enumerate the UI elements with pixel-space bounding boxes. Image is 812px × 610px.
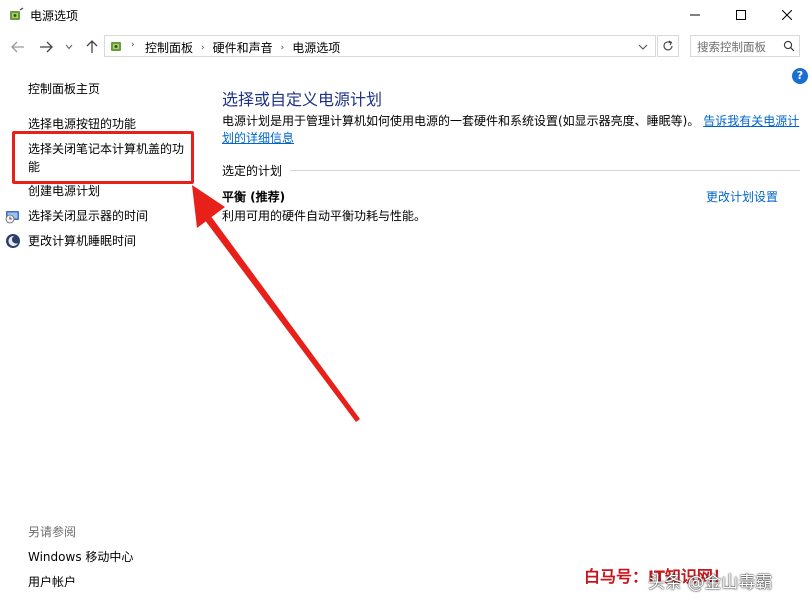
description-text: 电源计划是用于管理计算机如何使用电源的一套硬件和系统设置(如显示器亮度、睡眠等)… — [222, 114, 700, 128]
windows-mobility-center-link[interactable]: Windows 移动中心 — [28, 548, 133, 566]
breadcrumb: 控制面板 › 硬件和声音 › 电源选项 — [145, 39, 340, 56]
control-panel-home-link[interactable]: 控制面板主页 — [28, 80, 100, 98]
breadcrumb-hardware-sound[interactable]: 硬件和声音 — [213, 39, 273, 56]
close-button[interactable] — [764, 0, 810, 30]
back-button[interactable] — [8, 36, 28, 58]
plan-description: 利用可用的硬件自动平衡功耗与性能。 — [222, 209, 427, 223]
minimize-button[interactable] — [672, 0, 718, 30]
minimize-icon — [690, 14, 700, 16]
section-divider — [290, 170, 800, 171]
page-title: 选择或自定义电源计划 — [222, 90, 383, 109]
refresh-button[interactable] — [657, 35, 679, 57]
highlight-annotation-box — [12, 131, 194, 184]
turn-off-display-link[interactable]: 选择关闭显示器的时间 — [28, 207, 148, 225]
plan-name: 平衡 (推荐) — [222, 190, 286, 204]
display-clock-icon — [5, 211, 19, 224]
arrow-right-icon — [40, 41, 53, 53]
up-button[interactable] — [82, 36, 102, 58]
breadcrumb-power-options[interactable]: 电源选项 — [292, 39, 340, 56]
breadcrumb-separator-icon[interactable]: › — [281, 43, 285, 53]
window-title: 电源选项 — [30, 9, 79, 23]
close-icon — [782, 10, 792, 20]
breadcrumb-separator-icon: › — [131, 40, 135, 50]
title-bar: 电源选项 — [0, 0, 812, 30]
watermark-author: 头条 @金山毒霸 — [648, 573, 773, 593]
arrow-left-icon — [11, 41, 24, 53]
arrow-shaft — [204, 215, 360, 422]
search-input[interactable] — [697, 37, 781, 57]
forward-button[interactable] — [36, 36, 56, 58]
change-sleep-time-link[interactable]: 更改计算机睡眠时间 — [28, 232, 136, 250]
selected-plan-heading: 选定的计划 — [222, 164, 283, 178]
breadcrumb-control-panel[interactable]: 控制面板 — [145, 39, 193, 56]
refresh-icon — [663, 40, 673, 51]
maximize-button[interactable] — [718, 0, 764, 30]
maximize-icon — [736, 10, 746, 20]
search-icon[interactable] — [783, 40, 795, 52]
arrow-up-icon — [86, 40, 98, 53]
see-also-heading: 另请参阅 — [28, 525, 77, 539]
power-options-icon — [10, 7, 24, 20]
change-plan-settings-link[interactable]: 更改计划设置 — [706, 188, 778, 205]
breadcrumb-separator-icon[interactable]: › — [201, 43, 205, 53]
chevron-down-icon[interactable] — [637, 41, 649, 53]
navigation-bar: › 控制面板 › 硬件和声音 › 电源选项 — [0, 34, 812, 60]
control-panel-icon — [111, 42, 121, 51]
recent-locations-button[interactable] — [62, 36, 76, 58]
search-box[interactable] — [690, 35, 800, 57]
address-bar[interactable]: › 控制面板 › 硬件和声音 › 电源选项 — [104, 35, 656, 57]
sleep-moon-icon — [6, 234, 20, 248]
create-power-plan-link[interactable]: 创建电源计划 — [28, 182, 100, 200]
help-icon[interactable]: ? — [792, 68, 808, 84]
chevron-down-icon — [65, 44, 73, 50]
page-description: 电源计划是用于管理计算机如何使用电源的一套硬件和系统设置(如显示器亮度、睡眠等)… — [222, 113, 802, 147]
user-accounts-link[interactable]: 用户帐户 — [28, 573, 76, 591]
